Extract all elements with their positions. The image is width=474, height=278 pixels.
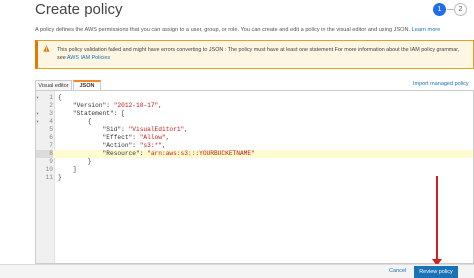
code-text: "Effect": "Allow",	[58, 134, 170, 142]
code-line[interactable]: 7 "Action": "s3:*",	[36, 142, 473, 150]
description-text: A policy defines the AWS permissions tha…	[35, 27, 411, 33]
fold-toggle-icon[interactable]: ▾	[36, 110, 41, 118]
code-line[interactable]: 1 ▾{	[36, 94, 473, 102]
code-text: {	[58, 118, 92, 126]
code-string: "s3:*"	[139, 142, 162, 149]
code-text: }	[58, 174, 62, 182]
code-token: {	[58, 118, 92, 125]
code-token: "Action":	[58, 142, 140, 149]
code-punctuation: ,	[158, 102, 162, 109]
code-text: }	[58, 158, 92, 166]
code-string: "Allow"	[139, 134, 166, 141]
code-token: "Sid":	[58, 126, 129, 133]
code-token: "Statement": [	[58, 110, 125, 117]
steps-connector	[447, 9, 454, 10]
code-token: "Version":	[58, 102, 114, 109]
json-editor[interactable]: 1 ▾{2 "Version": "2012-10-17", 3 ▾ "Stateme…	[35, 90, 474, 264]
code-token: {	[58, 94, 62, 101]
line-number: 10	[45, 166, 53, 173]
code-line[interactable]: 6 "Effect": "Allow",	[36, 134, 473, 142]
code-string: "arn:aws:s3:::YOURBUCKETNAME"	[147, 150, 255, 157]
code-token: }	[58, 174, 62, 181]
code-text: "Resource": "arn:aws:s3:::YOURBUCKETNAME…	[58, 150, 255, 158]
warning-icon	[43, 45, 50, 52]
code-text: "Version": "2012-10-17",	[58, 102, 162, 110]
fold-toggle-icon[interactable]: ▾	[36, 94, 41, 102]
code-line[interactable]: 2 "Version": "2012-10-17",	[36, 102, 473, 110]
import-managed-policy-link[interactable]: Import managed policy	[413, 81, 469, 87]
step-2-indicator[interactable]: 2	[454, 3, 467, 16]
learn-more-link[interactable]: Learn more	[412, 27, 441, 33]
fold-toggle-icon[interactable]: ▾	[36, 118, 41, 126]
code-punctuation: ,	[165, 134, 170, 141]
code-line[interactable]: 3 ▾ "Statement": [	[36, 110, 473, 118]
code-line[interactable]: 8 "Resource": "arn:aws:s3:::YOURBUCKETNA…	[36, 150, 473, 158]
line-number: 5	[49, 126, 53, 133]
review-policy-button[interactable]: Review policy	[414, 266, 458, 278]
aws-iam-policies-link[interactable]: AWS IAM Policies	[67, 55, 110, 61]
code-line[interactable]: 5 "Sid": "VisualEditor1",	[36, 126, 473, 134]
warning-box: This policy validation failed and might …	[35, 40, 474, 69]
line-number: 6	[49, 134, 53, 141]
code-line[interactable]: 10 ]	[36, 166, 473, 174]
code-line[interactable]: 9 }	[36, 158, 473, 166]
line-number: 8	[36, 150, 53, 158]
warning-message: This policy validation failed and might …	[57, 47, 460, 61]
code-token: "Resource":	[58, 150, 148, 157]
code-text: "Statement": [	[58, 110, 125, 118]
code-line[interactable]: 4 ▾ {	[36, 118, 473, 126]
code-token: }	[58, 158, 92, 165]
line-number: 7	[49, 142, 53, 149]
cancel-link[interactable]: Cancel	[389, 268, 406, 274]
line-number: 2	[49, 102, 53, 109]
line-number: 9	[49, 158, 53, 165]
code-text: "Sid": "VisualEditor1",	[58, 126, 188, 134]
code-string: "VisualEditor1"	[128, 126, 185, 133]
code-string: "2012-10-17"	[113, 102, 159, 109]
code-text: "Action": "s3:*",	[58, 142, 166, 150]
code-punctuation: ,	[161, 142, 166, 149]
annotation-arrow-line	[436, 176, 438, 261]
code-line[interactable]: 11}	[36, 174, 473, 182]
line-number: 11	[45, 174, 53, 181]
code-token: ]	[58, 166, 77, 173]
page-title: Create policy	[35, 1, 123, 18]
code-punctuation: ,	[184, 126, 188, 133]
code-text: ]	[58, 166, 77, 174]
policy-description: A policy defines the AWS permissions tha…	[35, 27, 440, 33]
code-token: "Effect":	[58, 134, 140, 141]
step-1-indicator[interactable]: 1	[433, 3, 446, 16]
code-text: {	[58, 94, 62, 102]
